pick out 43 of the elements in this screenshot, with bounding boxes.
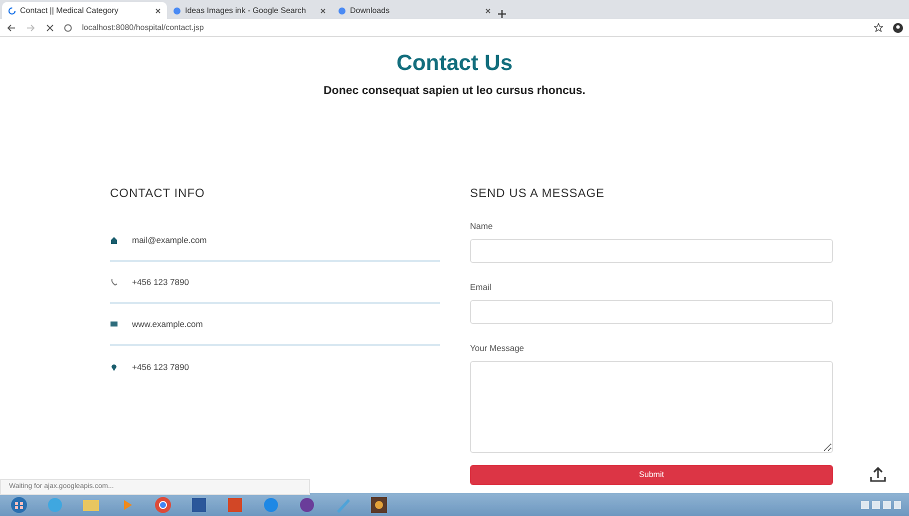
- browser-tab[interactable]: Ideas Images ink - Google Search: [167, 2, 332, 19]
- browser-tab[interactable]: Contact || Medical Category: [2, 2, 167, 19]
- page-subtitle: Donec consequat sapien ut leo cursus rhoncus.: [322, 84, 586, 100]
- contact-text: www.example.com: [132, 318, 203, 331]
- input-field[interactable]: [470, 239, 833, 264]
- input-field[interactable]: [470, 300, 833, 324]
- info-icon: [64, 24, 72, 32]
- scroll-top-icon[interactable]: [869, 465, 887, 483]
- app-icon[interactable]: [368, 494, 390, 514]
- field-label: Your Message: [470, 342, 526, 355]
- phone-icon: [110, 278, 118, 286]
- loading-icon: [8, 6, 16, 14]
- tray-icons[interactable]: [861, 498, 901, 510]
- close-icon[interactable]: [155, 8, 161, 14]
- tab-title: Ideas Images ink - Google Search: [185, 4, 306, 16]
- close-icon[interactable]: [320, 8, 326, 14]
- field-label: Email: [470, 281, 492, 294]
- envelope-icon: [110, 320, 118, 328]
- home-icon: [110, 236, 118, 244]
- back-icon[interactable]: [6, 24, 16, 32]
- tab-title: Downloads: [350, 4, 390, 16]
- map-pin-icon: [110, 363, 118, 372]
- browser-icon[interactable]: [152, 494, 174, 514]
- page-icon: [338, 6, 346, 14]
- section-heading: SEND US A MESSAGE: [470, 185, 606, 202]
- tab-title: Contact || Medical Category: [20, 4, 118, 16]
- account-icon[interactable]: [893, 22, 903, 32]
- section-heading: CONTACT INFO: [110, 185, 206, 202]
- browser-tab[interactable]: Downloads: [332, 2, 497, 19]
- contact-text: +456 123 7890: [132, 361, 189, 374]
- contact-text: mail@example.com: [132, 234, 207, 247]
- star-icon[interactable]: [874, 23, 883, 32]
- page-title: Contact Us: [395, 49, 514, 76]
- close-icon[interactable]: [485, 8, 491, 14]
- submit-button[interactable]: Submit: [470, 464, 833, 485]
- url-text[interactable]: localhost:8080/hospital/contact.jsp: [82, 22, 204, 34]
- message-field[interactable]: [470, 360, 833, 453]
- page-icon: [173, 6, 181, 14]
- field-label: Name: [470, 220, 494, 234]
- start-icon[interactable]: [8, 494, 30, 514]
- stop-icon[interactable]: [46, 24, 54, 32]
- contact-text: +456 123 7890: [132, 276, 189, 289]
- new-tab-icon[interactable]: [497, 9, 507, 19]
